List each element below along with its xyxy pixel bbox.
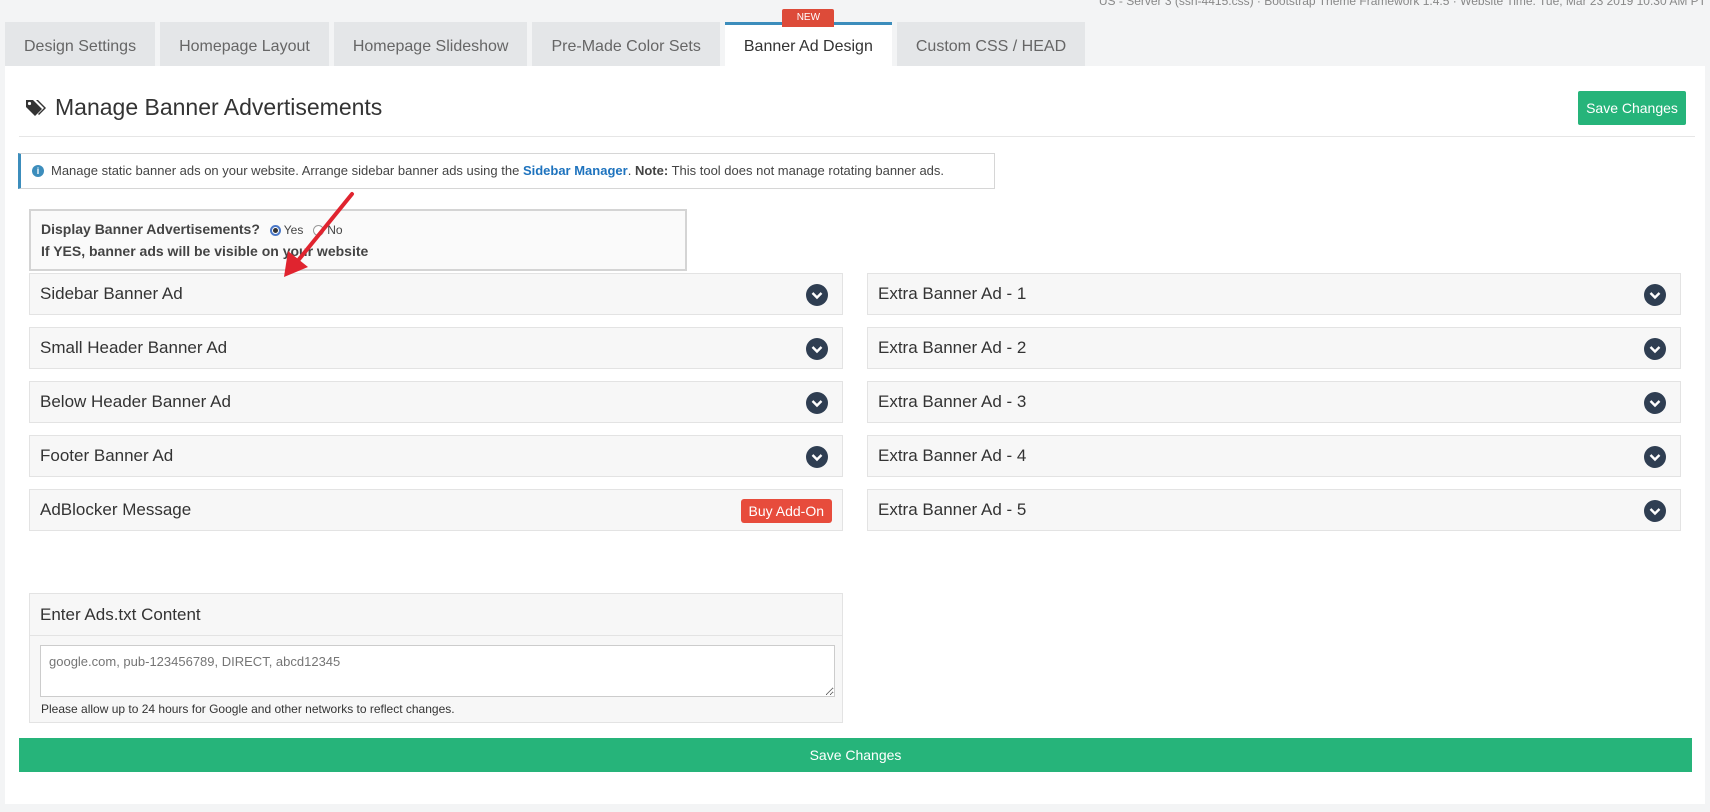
tags-icon xyxy=(26,99,46,116)
radio-yes-label: Yes xyxy=(283,223,304,238)
chevron-down-icon[interactable] xyxy=(806,284,828,306)
top-status: US - Server 3 (ssh-4415.css) · Bootstrap… xyxy=(1098,0,1706,8)
info-icon: i xyxy=(32,165,44,177)
radio-no[interactable] xyxy=(313,224,325,236)
chevron-down-icon[interactable] xyxy=(806,392,828,414)
info-alert: i Manage static banner ads on your websi… xyxy=(18,153,995,189)
page-title-text: Manage Banner Advertisements xyxy=(55,94,383,120)
banner-ad-panel: Manage Banner Advertisements Save Change… xyxy=(5,66,1705,804)
tab-banner-ad-design[interactable]: NEW Banner Ad Design xyxy=(724,9,892,66)
divider xyxy=(19,136,1695,137)
section-extra-banner-ad-2[interactable]: Extra Banner Ad - 2 xyxy=(867,327,1681,369)
chevron-down-icon[interactable] xyxy=(1644,446,1666,468)
buy-addon-button[interactable]: Buy Add-On xyxy=(740,499,832,523)
chevron-down-icon[interactable] xyxy=(806,446,828,468)
save-changes-button-top[interactable]: Save Changes xyxy=(1578,91,1686,125)
display-question: Display Banner Advertisements? xyxy=(41,221,260,237)
radio-yes[interactable] xyxy=(269,224,281,236)
section-label: Extra Banner Ad - 4 xyxy=(878,446,1027,465)
tab-label: Banner Ad Design xyxy=(743,38,873,55)
section-extra-banner-ad-4[interactable]: Extra Banner Ad - 4 xyxy=(867,435,1681,477)
section-below-header-banner-ad[interactable]: Below Header Banner Ad xyxy=(29,381,843,423)
ads-txt-title: Enter Ads.txt Content xyxy=(30,594,842,636)
section-label: Sidebar Banner Ad xyxy=(40,284,183,303)
section-sidebar-banner-ad[interactable]: Sidebar Banner Ad xyxy=(29,273,843,315)
new-badge: NEW xyxy=(782,9,835,27)
note-text: This tool does not manage rotating banne… xyxy=(671,163,945,178)
display-banner-ads-setting: Display Banner Advertisements? Yes No If… xyxy=(29,209,687,271)
section-label: Extra Banner Ad - 5 xyxy=(878,500,1027,519)
tab-premade-color-sets[interactable]: Pre-Made Color Sets xyxy=(532,22,720,66)
section-label: Footer Banner Ad xyxy=(40,446,174,465)
section-label: Extra Banner Ad - 1 xyxy=(878,284,1027,303)
section-label: Extra Banner Ad - 3 xyxy=(878,392,1027,411)
section-label: Small Header Banner Ad xyxy=(40,338,228,357)
info-text: Manage static banner ads on your website… xyxy=(51,163,520,178)
chevron-down-icon[interactable] xyxy=(1644,392,1666,414)
radio-no-label: No xyxy=(327,223,343,238)
save-changes-button-bottom[interactable]: Save Changes xyxy=(19,738,1692,772)
chevron-down-icon[interactable] xyxy=(1644,284,1666,306)
chevron-down-icon[interactable] xyxy=(1644,500,1666,522)
ads-txt-section: Enter Ads.txt Content Please allow up to… xyxy=(29,593,843,723)
section-label: Extra Banner Ad - 2 xyxy=(878,338,1027,357)
page-title: Manage Banner Advertisements xyxy=(25,94,382,121)
section-label: AdBlocker Message xyxy=(40,500,192,519)
note-label: Note: xyxy=(634,163,669,178)
display-hint: If YES, banner ads will be visible on yo… xyxy=(41,243,369,260)
tab-bar: Design Settings Homepage Layout Homepage… xyxy=(5,9,1090,66)
ads-txt-note: Please allow up to 24 hours for Google a… xyxy=(41,702,455,716)
section-extra-banner-ad-1[interactable]: Extra Banner Ad - 1 xyxy=(867,273,1681,315)
section-adblocker-message: AdBlocker Message Buy Add-On xyxy=(29,489,843,531)
section-footer-banner-ad[interactable]: Footer Banner Ad xyxy=(29,435,843,477)
section-label: Below Header Banner Ad xyxy=(40,392,231,411)
chevron-down-icon[interactable] xyxy=(1644,338,1666,360)
section-extra-banner-ad-3[interactable]: Extra Banner Ad - 3 xyxy=(867,381,1681,423)
tab-custom-css-head[interactable]: Custom CSS / HEAD xyxy=(896,22,1086,66)
section-small-header-banner-ad[interactable]: Small Header Banner Ad xyxy=(29,327,843,369)
sidebar-manager-link[interactable]: Sidebar Manager xyxy=(523,163,628,178)
tab-homepage-slideshow[interactable]: Homepage Slideshow xyxy=(333,22,528,66)
section-extra-banner-ad-5[interactable]: Extra Banner Ad - 5 xyxy=(867,489,1681,531)
ads-txt-input[interactable] xyxy=(40,645,835,697)
chevron-down-icon[interactable] xyxy=(806,338,828,360)
tab-homepage-layout[interactable]: Homepage Layout xyxy=(160,22,329,66)
tab-design-settings[interactable]: Design Settings xyxy=(5,22,156,66)
